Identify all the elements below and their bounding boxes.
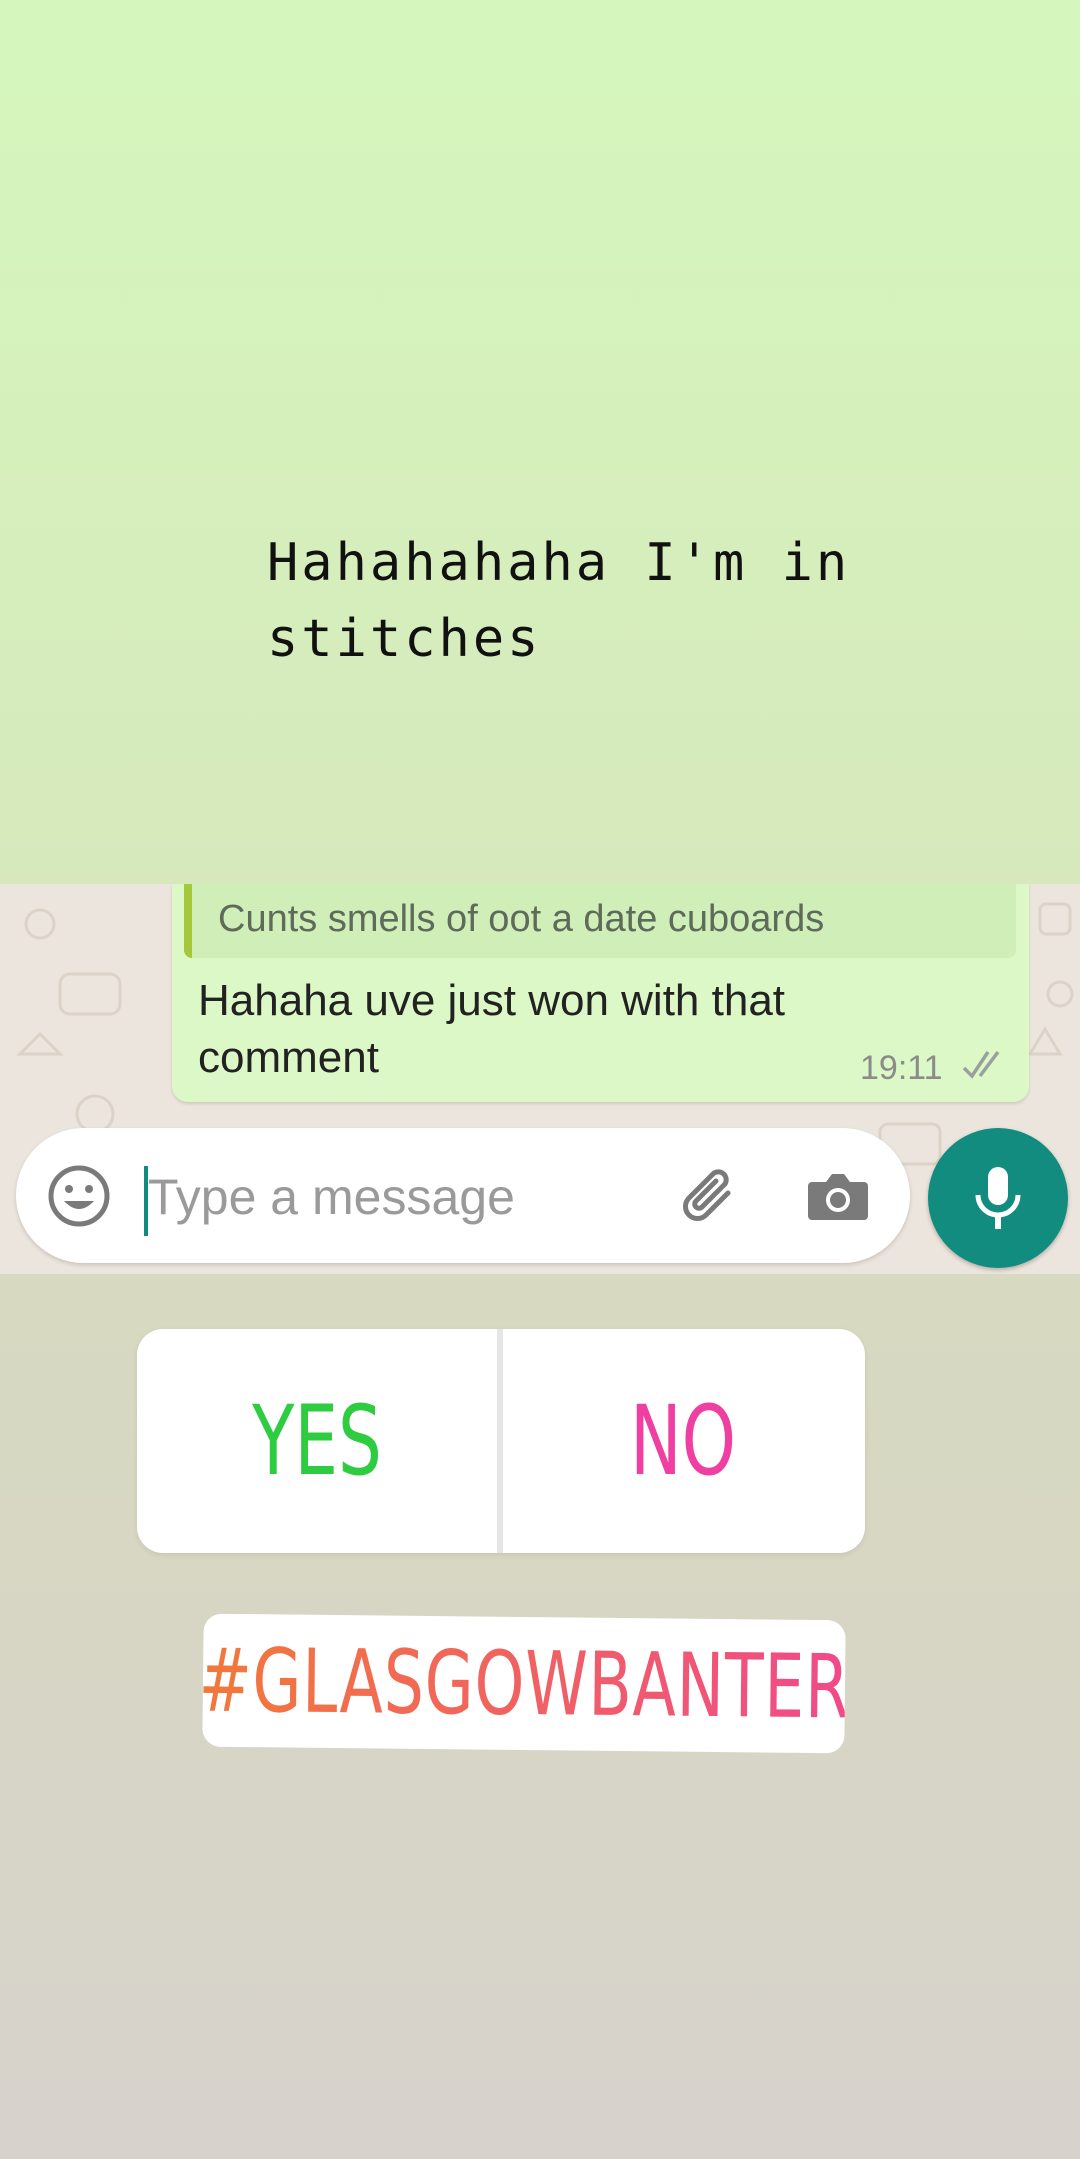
voice-message-button[interactable] <box>928 1128 1068 1268</box>
double-tick-icon <box>962 1050 1000 1079</box>
message-bubble[interactable]: Cunts smells of oot a date cuboards Haha… <box>172 884 1029 1102</box>
message-time: 19:11 <box>860 1049 943 1087</box>
poll-divider <box>497 1329 503 1553</box>
hashtag-text: #GLASGOWBANTER <box>202 1629 845 1739</box>
chat-screenshot: Cunts smells of oot a date cuboards Haha… <box>0 884 1080 1274</box>
camera-icon[interactable] <box>806 1168 870 1224</box>
poll-yes-option[interactable]: YES <box>187 1329 446 1553</box>
message-input-bar[interactable]: Type a message <box>16 1128 910 1263</box>
paperclip-icon[interactable] <box>676 1163 746 1229</box>
poll-sticker[interactable]: YES NO <box>137 1329 865 1553</box>
message-text: Hahaha uve just won with that comment <box>198 976 786 1082</box>
quoted-text: Cunts smells of oot a date cuboards <box>218 898 825 940</box>
microphone-icon <box>975 1167 1021 1229</box>
message-input[interactable]: Type a message <box>148 1168 515 1226</box>
quoted-message[interactable]: Cunts smells of oot a date cuboards <box>184 884 1016 958</box>
hashtag-sticker[interactable]: #GLASGOWBANTER <box>202 1613 846 1754</box>
emoji-icon[interactable] <box>46 1163 112 1229</box>
poll-no-option[interactable]: NO <box>553 1329 812 1553</box>
story-caption: Hahahahaha I'm in stitches <box>267 533 851 669</box>
